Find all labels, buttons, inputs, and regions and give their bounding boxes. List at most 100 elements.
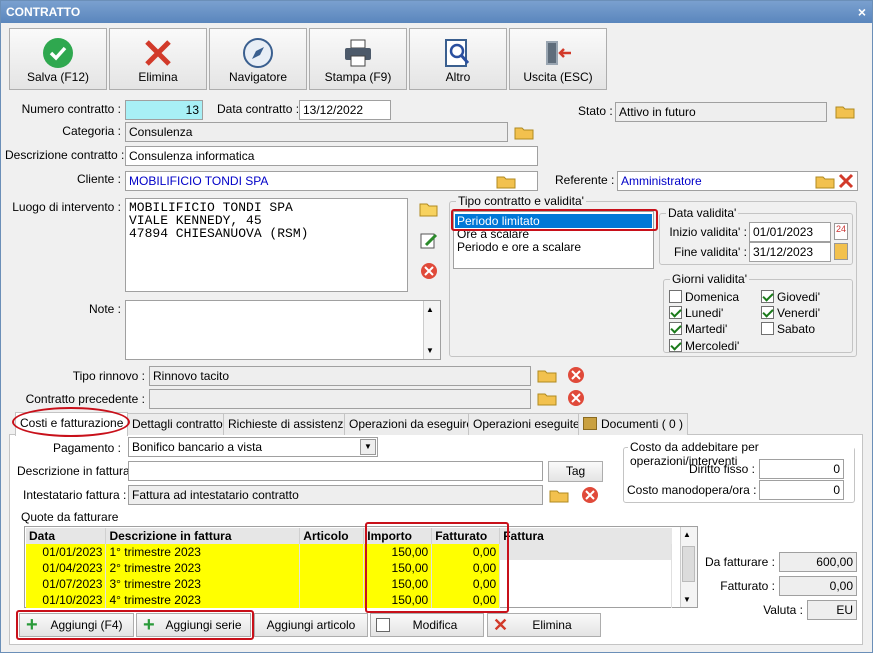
edit-icon[interactable] (418, 231, 440, 251)
intestatario-field: Fattura ad intestatario contratto (128, 485, 543, 505)
checkbox-label: Lunedi' (685, 306, 724, 320)
navigator-label: Navigatore (228, 70, 288, 84)
col-descrizione[interactable]: Descrizione in fattura (105, 528, 301, 544)
lunedi-checkbox[interactable]: Lunedi' (669, 306, 723, 320)
descrizione-field[interactable]: Consulenza informatica (125, 146, 538, 166)
folder-icon[interactable] (536, 388, 558, 408)
folder-icon[interactable] (495, 171, 517, 191)
scroll-thumb[interactable] (682, 546, 695, 582)
edit-label: Modifica (412, 618, 458, 632)
folder-icon[interactable] (834, 101, 856, 121)
tab-documenti[interactable]: Documenti ( 0 ) (578, 413, 689, 435)
cell-data: 01/04/2023 (26, 560, 107, 576)
scroll-up-icon[interactable]: ▲ (426, 305, 434, 314)
tipo-rinnovo-label: Tipo rinnovo : (72, 369, 145, 383)
inizio-field[interactable]: 01/01/2023 (749, 222, 831, 242)
edit-button[interactable]: Modifica (370, 613, 484, 637)
table-row[interactable]: 01/10/2023 4° trimestre 2023 150,00 0,00 (26, 592, 672, 608)
clear-icon[interactable] (835, 171, 857, 191)
scroll-down-icon[interactable]: ▼ (426, 346, 434, 355)
delete-button[interactable]: Elimina (109, 28, 207, 90)
remove-icon[interactable] (565, 388, 587, 408)
folder-icon[interactable] (513, 122, 535, 142)
briefcase-icon (583, 417, 597, 430)
add-button[interactable]: + Aggiungi (F4) (19, 613, 134, 637)
col-data[interactable]: Data (26, 528, 107, 544)
contract-window: CONTRATTO × Salva (F12) Elimina Navigato… (0, 0, 873, 653)
cross-icon: ✕ (493, 615, 509, 635)
table-row[interactable]: 01/01/2023 1° trimestre 2023 150,00 0,00 (26, 544, 672, 560)
tag-button[interactable]: Tag (548, 461, 603, 482)
precedente-label: Contratto precedente : (25, 392, 145, 406)
scroll-down-icon[interactable]: ▼ (683, 595, 691, 604)
list-item[interactable]: Periodo limitato (455, 214, 652, 228)
other-button[interactable]: Altro (409, 28, 507, 90)
stato-field: Attivo in futuro (615, 102, 827, 122)
luogo-line: 47894 CHIESANUOVA (RSM) (129, 226, 309, 241)
cross-icon (145, 40, 171, 66)
exit-button[interactable]: Uscita (ESC) (509, 28, 607, 90)
remove-icon[interactable] (579, 485, 601, 505)
list-item[interactable]: Periodo e ore a scalare (454, 241, 653, 254)
table-row[interactable]: 01/07/2023 3° trimestre 2023 150,00 0,00 (26, 576, 672, 592)
calendar-icon[interactable] (834, 243, 848, 260)
remove-icon[interactable] (418, 261, 440, 281)
martedi-checkbox[interactable]: Martedi' (669, 322, 727, 336)
checkmark-icon (43, 38, 73, 68)
tab-operazioni-eseguite[interactable]: Operazioni eseguite (468, 413, 585, 435)
mercoledi-checkbox[interactable]: Mercoledi' (669, 339, 739, 353)
delete-row-button[interactable]: ✕ Elimina (487, 613, 601, 637)
calendar-icon[interactable]: 24 (834, 223, 848, 240)
remove-icon[interactable] (565, 365, 587, 385)
numero-field[interactable]: 13 (125, 100, 203, 120)
checkbox-box (669, 339, 682, 352)
manodopera-field[interactable]: 0 (759, 480, 844, 500)
quote-table: Data Descrizione in fattura Articolo Imp… (26, 528, 672, 608)
add-article-button[interactable]: Aggiungi articolo (254, 613, 368, 637)
folder-icon[interactable] (814, 171, 836, 191)
data-field[interactable]: 13/12/2022 (299, 100, 391, 120)
folder-icon[interactable] (548, 485, 570, 505)
add-series-button[interactable]: + Aggiungi serie (136, 613, 251, 637)
open-folder-icon[interactable] (418, 199, 440, 219)
stato-label: Stato : (578, 104, 613, 118)
scroll-up-icon[interactable]: ▲ (683, 530, 691, 539)
sabato-checkbox[interactable]: Sabato (761, 322, 815, 336)
folder-icon[interactable] (536, 365, 558, 385)
fatturato-field: 0,00 (779, 576, 857, 596)
checkbox-label: Giovedi' (777, 290, 820, 304)
col-importo[interactable]: Importo (363, 528, 433, 544)
chevron-down-icon[interactable]: ▼ (360, 439, 376, 455)
cell-descrizione: 2° trimestre 2023 (105, 560, 301, 576)
cell-descrizione: 4° trimestre 2023 (105, 592, 301, 608)
col-fattura[interactable]: Fattura (499, 528, 672, 544)
col-fatturato[interactable]: Fatturato (431, 528, 501, 544)
tab-richieste[interactable]: Richieste di assistenza (223, 413, 356, 435)
cell-importo: 150,00 (363, 592, 433, 608)
tab-operazioni-da[interactable]: Operazioni da eseguire (344, 413, 479, 435)
tipo-contratto-list[interactable]: Periodo limitato Ore a scalare Periodo e… (453, 211, 654, 269)
luogo-field[interactable]: MOBILIFICIO TONDI SPA VIALE KENNEDY, 45 … (125, 198, 408, 292)
pagamento-select[interactable]: Bonifico bancario a vista ▼ (128, 437, 378, 457)
print-button[interactable]: Stampa (F9) (309, 28, 407, 90)
compass-icon (243, 38, 273, 68)
fine-field[interactable]: 31/12/2023 (749, 242, 831, 262)
col-articolo[interactable]: Articolo (299, 528, 365, 544)
desc-fattura-field[interactable] (128, 461, 543, 481)
tab-dettagli[interactable]: Dettagli contratto (127, 413, 228, 435)
venerdi-checkbox[interactable]: Venerdi' (761, 306, 820, 320)
domenica-checkbox[interactable]: Domenica (669, 290, 739, 304)
table-row[interactable]: 01/04/2023 2° trimestre 2023 150,00 0,00 (26, 560, 672, 576)
cell-fattura (499, 592, 672, 608)
save-button[interactable]: Salva (F12) (9, 28, 107, 90)
tab-costi[interactable]: Costi e fatturazione (15, 412, 129, 436)
diritto-field[interactable]: 0 (759, 459, 844, 479)
cliente-field[interactable]: MOBILIFICIO TONDI SPA (125, 171, 538, 191)
cell-descrizione: 1° trimestre 2023 (105, 544, 301, 560)
close-icon[interactable]: × (858, 1, 866, 23)
note-field[interactable] (125, 300, 441, 360)
checkbox-label: Venerdi' (777, 306, 820, 320)
cell-articolo (299, 560, 365, 576)
navigator-button[interactable]: Navigatore (209, 28, 307, 90)
giovedi-checkbox[interactable]: Giovedi' (761, 290, 820, 304)
